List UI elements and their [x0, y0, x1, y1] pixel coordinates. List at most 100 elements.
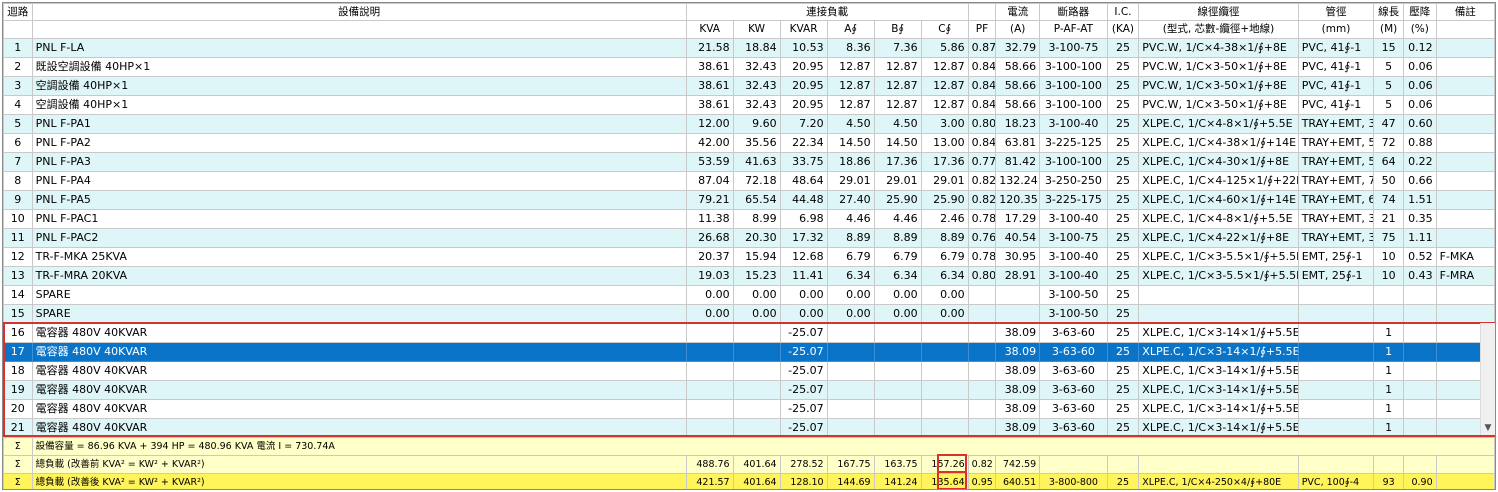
header-current[interactable]: 電流: [995, 3, 1041, 21]
vertical-scrollbar[interactable]: ▼: [1480, 323, 1495, 435]
cell-pf[interactable]: 0.82: [967, 190, 997, 210]
table-row[interactable]: 8 PNL F-PA4 87.04 72.18 48.64 29.01 29.01 29.01…: [3, 171, 1495, 191]
cell-note[interactable]: [1435, 133, 1495, 153]
cell-circuit-no[interactable]: 8: [3, 171, 33, 191]
table-row[interactable]: 20 電容器 480V 40KVAR -25.07 38.09 3-63-60 25 XLP…: [3, 399, 1495, 419]
cell-drop[interactable]: [1402, 285, 1437, 305]
cell-circuit-no[interactable]: 15: [3, 304, 33, 324]
cell-kvar[interactable]: -25.07: [779, 380, 828, 400]
cell-description[interactable]: 既設空調設備 40HP×1: [31, 57, 687, 77]
cell-phase-b[interactable]: [873, 418, 922, 438]
cell-circuit-no[interactable]: 18: [3, 361, 33, 381]
cell-phase-b[interactable]: 12.87: [873, 57, 922, 77]
cell-current[interactable]: 18.23: [995, 114, 1041, 134]
cell-kva[interactable]: 11.38: [685, 209, 734, 229]
cell-wire[interactable]: XLPE.C, 1/C×4-60×1/∮+14E: [1138, 190, 1299, 210]
cell-phase-c[interactable]: [920, 323, 969, 343]
cell-kw[interactable]: [732, 361, 781, 381]
cell-length[interactable]: 50: [1373, 171, 1404, 191]
cell-ic[interactable]: 25: [1106, 304, 1140, 324]
cell-kva[interactable]: 38.61: [685, 57, 734, 77]
cell-kva[interactable]: [685, 399, 734, 419]
cell-current[interactable]: 58.66: [995, 76, 1041, 96]
cell-note[interactable]: [1435, 57, 1495, 77]
cell-conduit[interactable]: PVC, 41∮-1: [1297, 95, 1375, 115]
cell-description[interactable]: 空調設備 40HP×1: [31, 76, 687, 96]
cell-kvar[interactable]: -25.07: [779, 399, 828, 419]
cell-wire[interactable]: XLPE.C, 1/C×4-30×1/∮+8E: [1138, 152, 1299, 172]
cell-pf[interactable]: 0.82: [967, 171, 997, 191]
cell-phase-a[interactable]: 27.40: [826, 190, 875, 210]
cell-kvar[interactable]: 48.64: [779, 171, 828, 191]
cell-length[interactable]: 74: [1373, 190, 1404, 210]
cell-ic[interactable]: 25: [1106, 171, 1140, 191]
cell-conduit[interactable]: PVC, 41∮-1: [1297, 38, 1375, 58]
cell-kvar[interactable]: 17.32: [779, 228, 828, 248]
cell-wire[interactable]: XLPE.C, 1/C×4-125×1/∮+22E: [1138, 171, 1299, 191]
cell-kva[interactable]: [685, 380, 734, 400]
cell-note[interactable]: [1435, 209, 1495, 229]
cell-description[interactable]: 電容器 480V 40KVAR: [31, 361, 687, 381]
cell-description[interactable]: TR-F-MKA 25KVA: [31, 247, 687, 267]
cell-note[interactable]: [1435, 76, 1495, 96]
cell-length[interactable]: 1: [1373, 418, 1404, 438]
cell-current[interactable]: [995, 304, 1041, 324]
cell-circuit-no[interactable]: 6: [3, 133, 33, 153]
cell-kva[interactable]: [685, 342, 734, 362]
cell-circuit-no[interactable]: 1: [3, 38, 33, 58]
cell-circuit-no[interactable]: 7: [3, 152, 33, 172]
cell-ic[interactable]: 25: [1106, 266, 1140, 286]
table-row[interactable]: 12 TR-F-MKA 25KVA 20.37 15.94 12.68 6.79 6.79 6…: [3, 247, 1495, 267]
cell-kw[interactable]: [732, 323, 781, 343]
cell-kw[interactable]: [732, 418, 781, 438]
table-row[interactable]: 4 空調設備 40HP×1 38.61 32.43 20.95 12.87 12.87 12.…: [3, 95, 1495, 115]
cell-pf[interactable]: 0.84: [967, 133, 997, 153]
cell-phase-a[interactable]: 14.50: [826, 133, 875, 153]
cell-phase-a[interactable]: [826, 342, 875, 362]
cell-kva[interactable]: 87.04: [685, 171, 734, 191]
cell-kva[interactable]: 12.00: [685, 114, 734, 134]
cell-kvar[interactable]: 22.34: [779, 133, 828, 153]
cell-kvar[interactable]: -25.07: [779, 323, 828, 343]
cell-circuit-no[interactable]: 9: [3, 190, 33, 210]
cell-kvar[interactable]: 7.20: [779, 114, 828, 134]
cell-length[interactable]: 1: [1373, 342, 1404, 362]
cell-current[interactable]: 40.54: [995, 228, 1041, 248]
cell-drop[interactable]: [1402, 323, 1437, 343]
cell-breaker[interactable]: 3-100-100: [1039, 152, 1108, 172]
cell-kw[interactable]: 65.54: [732, 190, 781, 210]
cell-kw[interactable]: [732, 342, 781, 362]
cell-wire[interactable]: PVC.W, 1/C×3-50×1/∮+8E: [1138, 57, 1299, 77]
cell-phase-c[interactable]: [920, 399, 969, 419]
cell-conduit[interactable]: [1297, 323, 1375, 343]
header-breaker[interactable]: 斷路器: [1039, 3, 1108, 21]
cell-conduit[interactable]: TRAY+EMT, 31∮-1: [1297, 114, 1375, 134]
cell-breaker[interactable]: 3-100-40: [1039, 247, 1108, 267]
header-c[interactable]: C∮: [920, 20, 969, 39]
cell-circuit-no[interactable]: 17: [3, 342, 33, 362]
cell-kw[interactable]: 9.60: [732, 114, 781, 134]
cell-circuit-no[interactable]: 13: [3, 266, 33, 286]
cell-conduit[interactable]: [1297, 399, 1375, 419]
cell-length[interactable]: 72: [1373, 133, 1404, 153]
cell-length[interactable]: 47: [1373, 114, 1404, 134]
header-wire[interactable]: 線徑纜徑: [1138, 3, 1299, 21]
cell-phase-a[interactable]: 29.01: [826, 171, 875, 191]
cell-description[interactable]: PNL F-PA1: [31, 114, 687, 134]
cell-wire[interactable]: XLPE.C, 1/C×4-22×1/∮+8E: [1138, 228, 1299, 248]
cell-circuit-no[interactable]: 21: [3, 418, 33, 438]
cell-pf[interactable]: [967, 304, 997, 324]
cell-length[interactable]: 1: [1373, 380, 1404, 400]
cell-kva[interactable]: 26.68: [685, 228, 734, 248]
table-row[interactable]: 15 SPARE 0.00 0.00 0.00 0.00 0.00 0.00 3-100-50 2…: [3, 304, 1495, 324]
cell-note[interactable]: [1435, 285, 1495, 305]
cell-pf[interactable]: [967, 285, 997, 305]
cell-kvar[interactable]: 0.00: [779, 304, 828, 324]
cell-phase-a[interactable]: [826, 380, 875, 400]
cell-conduit[interactable]: TRAY+EMT, 39∮-1: [1297, 228, 1375, 248]
cell-description[interactable]: PNL F-PA5: [31, 190, 687, 210]
cell-kw[interactable]: 0.00: [732, 285, 781, 305]
cell-conduit[interactable]: TRAY+EMT, 63∮-1: [1297, 190, 1375, 210]
cell-breaker[interactable]: 3-63-60: [1039, 418, 1108, 438]
cell-kw[interactable]: 35.56: [732, 133, 781, 153]
